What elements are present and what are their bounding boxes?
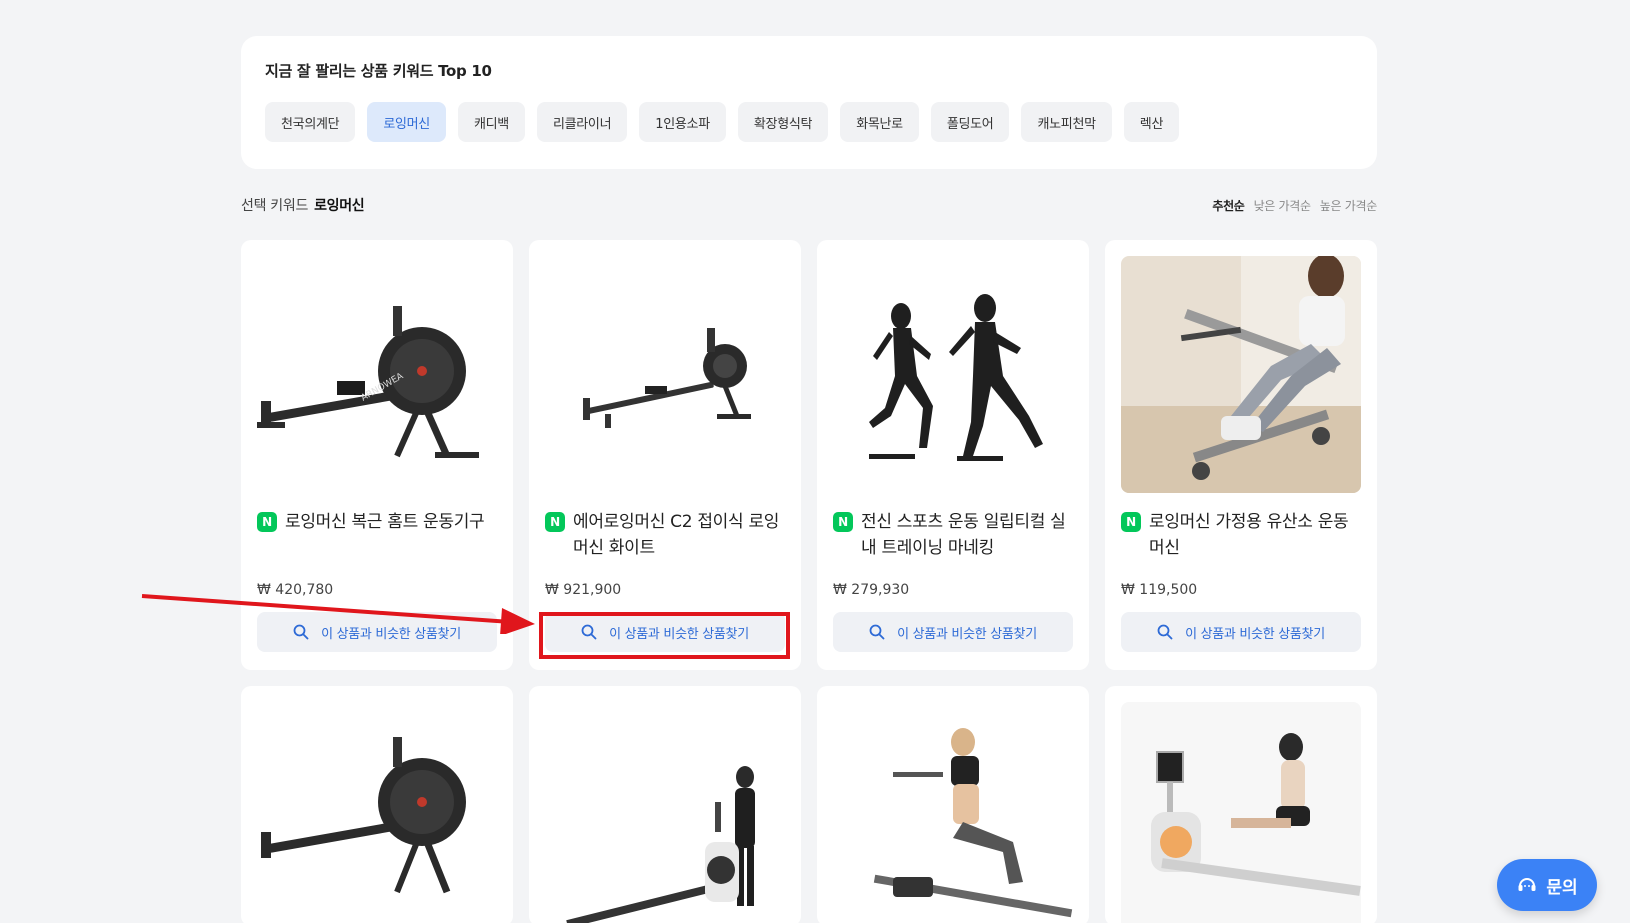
product-price: ₩ 921,900 — [545, 582, 622, 598]
product-price: ₩ 420,780 — [257, 582, 334, 598]
keyword-panel-title: 지금 잘 팔리는 상품 키워드 Top 10 — [265, 62, 492, 80]
product-image[interactable] — [833, 256, 1073, 493]
keyword-panel: 지금 잘 팔리는 상품 키워드 Top 10 천국의계단 로잉머신 캐디백 리클… — [241, 36, 1377, 169]
keyword-chip-list: 천국의계단 로잉머신 캐디백 리클라이너 1인용소파 확장형식탁 화목난로 폴딩… — [265, 102, 1353, 142]
find-similar-button[interactable]: 이 상품과 비슷한 상품찾기 — [833, 612, 1073, 652]
search-icon — [293, 624, 309, 640]
keyword-chip[interactable]: 확장형식탁 — [737, 102, 829, 142]
find-similar-label: 이 상품과 비슷한 상품찾기 — [609, 626, 749, 642]
keyword-chip-active[interactable]: 로잉머신 — [367, 102, 446, 142]
naver-badge-icon: N — [545, 512, 565, 532]
sort-options: 추천순 낮은 가격순 높은 가격순 — [1212, 197, 1377, 214]
product-card[interactable] — [241, 686, 513, 923]
product-card[interactable]: N 에어로잉머신 C2 접이식 로잉머신 화이트 ₩ 921,900 이 상품과… — [529, 240, 801, 670]
rowing-machine-image: ARNOWEA — [257, 256, 497, 493]
selected-keyword-value: 로잉머신 — [314, 198, 365, 214]
product-name-text[interactable]: 전신 스포츠 운동 일립티컬 실내 트레이닝 마네킹 — [861, 509, 1073, 561]
product-name[interactable]: N 로잉머신 가정용 유산소 운동 머신 — [1121, 509, 1361, 561]
product-image[interactable] — [1121, 702, 1361, 923]
search-icon — [581, 624, 597, 640]
product-name-text[interactable]: 로잉머신 복근 홈트 운동기구 — [285, 509, 485, 561]
sort-price-high[interactable]: 높은 가격순 — [1320, 197, 1378, 214]
find-similar-button[interactable]: 이 상품과 비슷한 상품찾기 — [545, 612, 785, 652]
product-image[interactable] — [1121, 256, 1361, 493]
product-card[interactable] — [529, 686, 801, 923]
product-card[interactable]: ARNOWEA N 로잉머신 복근 홈트 운동기구 ₩ 420,780 이 상품… — [241, 240, 513, 670]
product-card[interactable]: N 로잉머신 가정용 유산소 운동 머신 ₩ 119,500 이 상품과 비슷한… — [1105, 240, 1377, 670]
page-content: 지금 잘 팔리는 상품 키워드 Top 10 천국의계단 로잉머신 캐디백 리클… — [241, 36, 1377, 923]
keyword-chip[interactable]: 캐노피천막 — [1021, 102, 1112, 142]
results-header: 선택 키워드 로잉머신 추천순 낮은 가격순 높은 가격순 — [241, 195, 1377, 215]
product-name[interactable]: N 로잉머신 복근 홈트 운동기구 — [257, 509, 497, 561]
product-card[interactable] — [817, 686, 1089, 923]
search-icon — [869, 624, 885, 640]
product-name-text[interactable]: 에어로잉머신 C2 접이식 로잉머신 화이트 — [573, 509, 785, 561]
product-image[interactable] — [545, 702, 785, 923]
rowing-machine-image — [257, 702, 497, 923]
sort-price-low[interactable]: 낮은 가격순 — [1254, 197, 1312, 214]
naver-badge-icon: N — [257, 512, 277, 532]
product-price: ₩ 119,500 — [1121, 582, 1198, 598]
find-similar-label: 이 상품과 비슷한 상품찾기 — [321, 626, 461, 642]
naver-badge-icon: N — [1121, 512, 1141, 532]
woman-rowing-machine-image — [833, 702, 1073, 923]
keyword-chip[interactable]: 화목난로 — [840, 102, 919, 142]
find-similar-button[interactable]: 이 상품과 비슷한 상품찾기 — [257, 612, 497, 652]
sort-recommended[interactable]: 추천순 — [1212, 197, 1245, 214]
product-image[interactable] — [545, 256, 785, 493]
find-similar-label: 이 상품과 비슷한 상품찾기 — [1185, 626, 1325, 642]
product-image[interactable] — [833, 702, 1073, 923]
product-name-text[interactable]: 로잉머신 가정용 유산소 운동 머신 — [1149, 509, 1361, 561]
inquiry-button[interactable]: 문의 — [1497, 859, 1597, 911]
keyword-chip[interactable]: 렉산 — [1123, 102, 1180, 142]
product-image[interactable] — [257, 702, 497, 923]
air-rowing-machine-image — [545, 256, 785, 493]
keyword-chip[interactable]: 천국의계단 — [265, 102, 356, 142]
product-card[interactable] — [1105, 686, 1377, 923]
woman-rowing-display-image — [1121, 702, 1361, 923]
search-icon — [1157, 624, 1173, 640]
mannequin-image — [833, 256, 1073, 493]
product-card[interactable]: N 전신 스포츠 운동 일립티컬 실내 트레이닝 마네킹 ₩ 279,930 이… — [817, 240, 1089, 670]
keyword-chip[interactable]: 1인용소파 — [639, 102, 726, 142]
find-similar-label: 이 상품과 비슷한 상품찾기 — [897, 626, 1037, 642]
inquiry-label: 문의 — [1546, 877, 1578, 898]
selected-keyword-label: 선택 키워드 — [241, 198, 309, 214]
product-grid: ARNOWEA N 로잉머신 복근 홈트 운동기구 ₩ 420,780 이 상품… — [241, 240, 1377, 923]
product-image[interactable]: ARNOWEA — [257, 256, 497, 493]
keyword-chip[interactable]: 캐디백 — [457, 102, 525, 142]
find-similar-button[interactable]: 이 상품과 비슷한 상품찾기 — [1121, 612, 1361, 652]
headset-icon — [1518, 878, 1536, 891]
product-name[interactable]: N 전신 스포츠 운동 일립티컬 실내 트레이닝 마네킹 — [833, 509, 1073, 561]
naver-badge-icon: N — [833, 512, 853, 532]
selected-keyword: 선택 키워드 로잉머신 — [241, 195, 365, 215]
product-name[interactable]: N 에어로잉머신 C2 접이식 로잉머신 화이트 — [545, 509, 785, 561]
woman-rowing-image — [1121, 256, 1361, 493]
product-price: ₩ 279,930 — [833, 582, 910, 598]
keyword-chip[interactable]: 폴딩도어 — [930, 102, 1010, 142]
woman-standing-rowing-image — [545, 702, 785, 923]
keyword-chip[interactable]: 리클라이너 — [536, 102, 628, 142]
